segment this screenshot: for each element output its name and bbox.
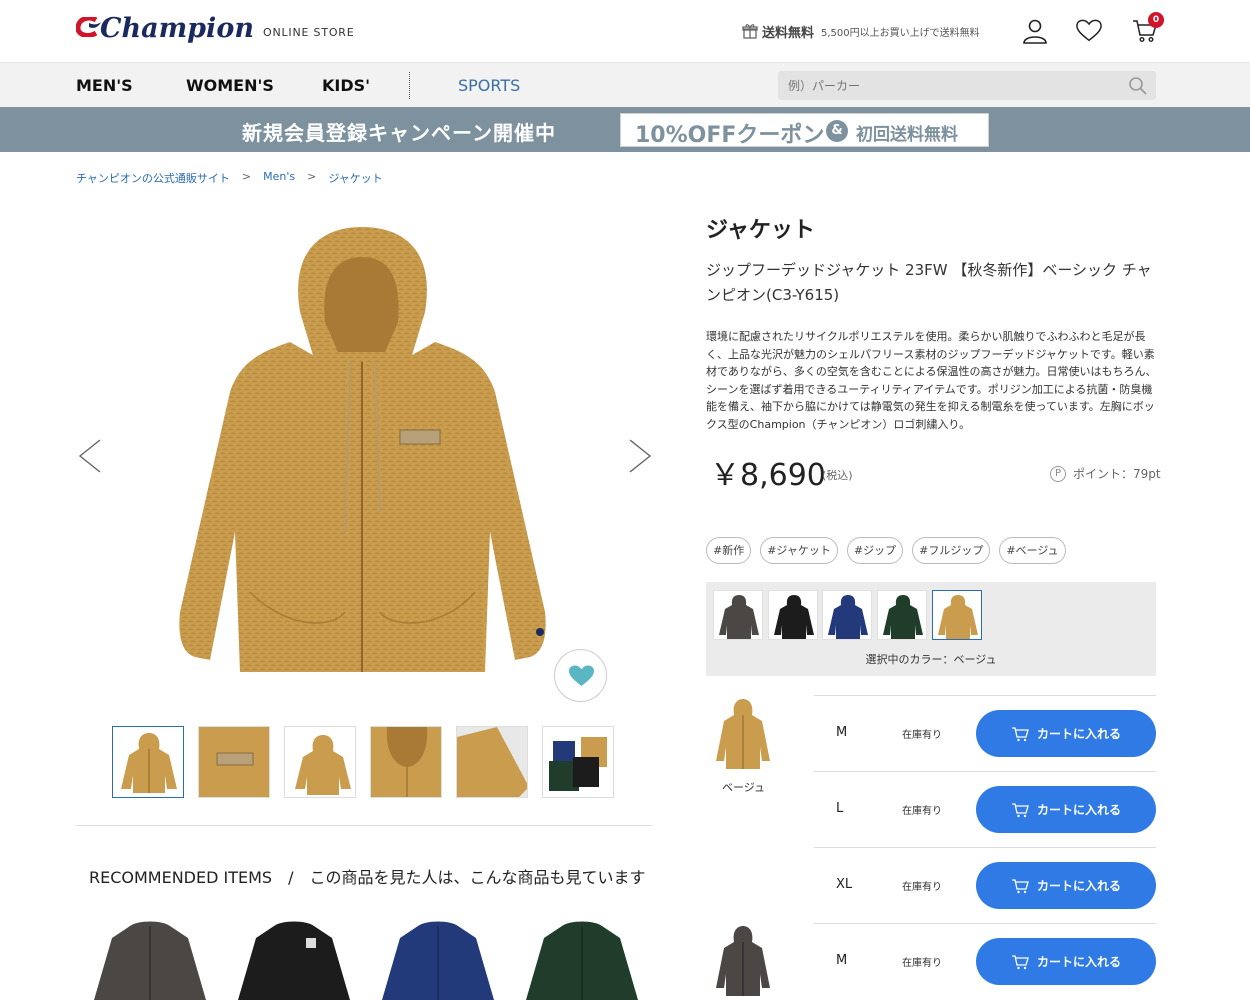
tag-zip[interactable]: #ジップ [846,537,904,564]
product-name: ジップフーデッドジャケット 23FW 【秋冬新作】ベーシック チャンピオン(C3… [706,261,1152,304]
breadcrumb-separator: > [241,170,252,183]
recommended-item-navy[interactable] [376,918,500,1000]
add-to-cart-button[interactable]: カートに入れる [976,710,1156,757]
nav-sports[interactable]: SPORTS [458,76,520,95]
banner-campaign-text: 新規会員登録キャンペーン開催中 [242,121,556,145]
thumbnail-2[interactable] [198,726,270,798]
breadcrumb-jacket[interactable]: ジャケット [328,170,382,186]
tag-list: #新作 #ジャケット #ジップ #フルジップ #ベージュ [706,537,1075,564]
account-icon[interactable] [1022,18,1048,44]
color-selector: 選択中のカラー：ベージュ [706,582,1156,676]
breadcrumb-mens[interactable]: Men's [263,170,295,186]
add-to-cart-label: カートに入れる [1036,955,1121,969]
point-text: ポイント：79pt [1073,467,1161,481]
size-row: M 在庫有り カートに入れる [814,695,1156,771]
add-to-cart-label: カートに入れる [1036,879,1121,893]
heart-icon [569,665,594,686]
size-label: L [836,801,844,816]
favorites-heart-icon[interactable] [1076,18,1102,44]
champion-wordmark: Champion [100,13,254,44]
add-to-cart-button[interactable]: カートに入れる [976,786,1156,833]
next-image-arrow-icon[interactable] [626,438,654,474]
online-store-label: ONLINE STORE [263,26,355,39]
stock-status: 在庫有り [902,806,942,817]
size-row: M 在庫有り カートに入れる [814,923,1156,999]
stock-status: 在庫有り [902,882,942,893]
tag-new[interactable]: #新作 [706,537,752,564]
size-label: M [836,953,848,968]
search-icon[interactable] [1128,76,1148,96]
add-to-cart-button[interactable]: カートに入れる [976,862,1156,909]
banner-ampersand: & [826,120,848,142]
tag-jacket[interactable]: #ジャケット [760,537,838,564]
cart-icon [1011,802,1029,817]
cart-icon [1011,726,1029,741]
color-swatch-black[interactable] [768,590,818,640]
thumbnail-5[interactable] [456,726,528,798]
free-shipping-notice: 送料無料 5,500円以上お買い上げで送料無料 [742,22,980,41]
product-description: 環境に配慮されたリサイクルポリエステルを使用。柔らかい肌触りでふわふわと毛足が長… [706,330,1157,431]
color-swatch-navy[interactable] [822,590,872,640]
nav-kids[interactable]: KIDS' [322,76,370,95]
breadcrumb: チャンピオンの公式通販サイト > Men's > ジャケット [76,170,383,186]
breadcrumb-separator: > [307,170,317,183]
add-to-cart-button[interactable]: カートに入れる [976,938,1156,985]
banner-coupon-text: 10%OFFクーポン [635,123,825,148]
selected-color-label: 選択中のカラー：ベージュ [865,653,997,666]
main-navigation: MEN'S WOMEN'S KIDS' SPORTS [0,62,1250,107]
stock-status: 在庫有り [902,958,942,969]
banner-coupon-box: 10%OFFクーポン & 初回送料無料 [620,113,989,148]
previous-image-arrow-icon[interactable] [76,438,104,474]
main-product-image [179,227,546,672]
champion-logo[interactable]: Champion [76,12,256,48]
cart-icon [1011,954,1029,969]
point-info: P ポイント：79pt [1050,465,1161,482]
add-to-cart-label: カートに入れる [1036,803,1121,817]
size-row: XL 在庫有り カートに入れる [814,847,1156,923]
recommended-item-black[interactable] [232,918,356,1000]
nav-mens[interactable]: MEN'S [76,76,133,95]
thumbnail-3[interactable] [284,726,356,798]
shipping-title: 送料無料 [762,25,815,41]
price-tax-note: (税込) [822,469,853,482]
recommended-heading: RECOMMENDED ITEMS / この商品を見た人は、こんな商品も見ていま… [89,868,646,887]
thumbnail-4[interactable] [370,726,442,798]
color-swatch-beige[interactable] [932,590,982,640]
thumbnail-1[interactable] [112,726,184,798]
nav-divider [409,72,410,99]
variant-image-beige [716,699,770,769]
shipping-note: 5,500円以上お買い上げで送料無料 [821,27,980,39]
size-label: XL [836,877,853,892]
nav-womens[interactable]: WOMEN'S [186,76,274,95]
recommended-item-green[interactable] [520,918,644,1000]
cart-icon [1011,878,1029,893]
add-to-favorites-button[interactable] [554,649,607,702]
tag-beige[interactable]: #ベージュ [999,537,1066,564]
add-to-cart-label: カートに入れる [1036,727,1121,741]
section-divider [76,825,652,826]
point-icon: P [1050,465,1066,482]
search-input[interactable] [778,71,1156,100]
site-header: Champion ONLINE STORE 送料無料 5,500円以上お買い上げ… [0,0,1250,62]
banner-free-shipping: 初回送料無料 [856,125,958,145]
tag-full-zip[interactable]: #フルジップ [912,537,991,564]
color-swatch-green[interactable] [877,590,927,640]
size-row: L 在庫有り カートに入れる [814,771,1156,847]
campaign-banner[interactable]: 新規会員登録キャンペーン開催中 10%OFFクーポン & 初回送料無料 [0,107,1250,152]
color-swatch-gray[interactable] [713,590,763,640]
champion-c-logo-icon [76,17,101,37]
variant-image-gray [716,926,770,996]
breadcrumb-home[interactable]: チャンピオンの公式通販サイト [76,170,230,186]
stock-status: 在庫有り [902,730,942,741]
size-label: M [836,725,848,740]
gift-icon [742,24,758,39]
thumbnail-6[interactable] [542,726,614,798]
cart-count-badge: 0 [1148,12,1164,28]
variant-label-beige: ベージュ [722,781,766,794]
recommended-item-gray[interactable] [88,918,212,1000]
product-price: ￥8,690 [710,458,826,493]
svg-text:Champion: Champion [100,13,254,44]
product-category: ジャケット [706,218,815,243]
